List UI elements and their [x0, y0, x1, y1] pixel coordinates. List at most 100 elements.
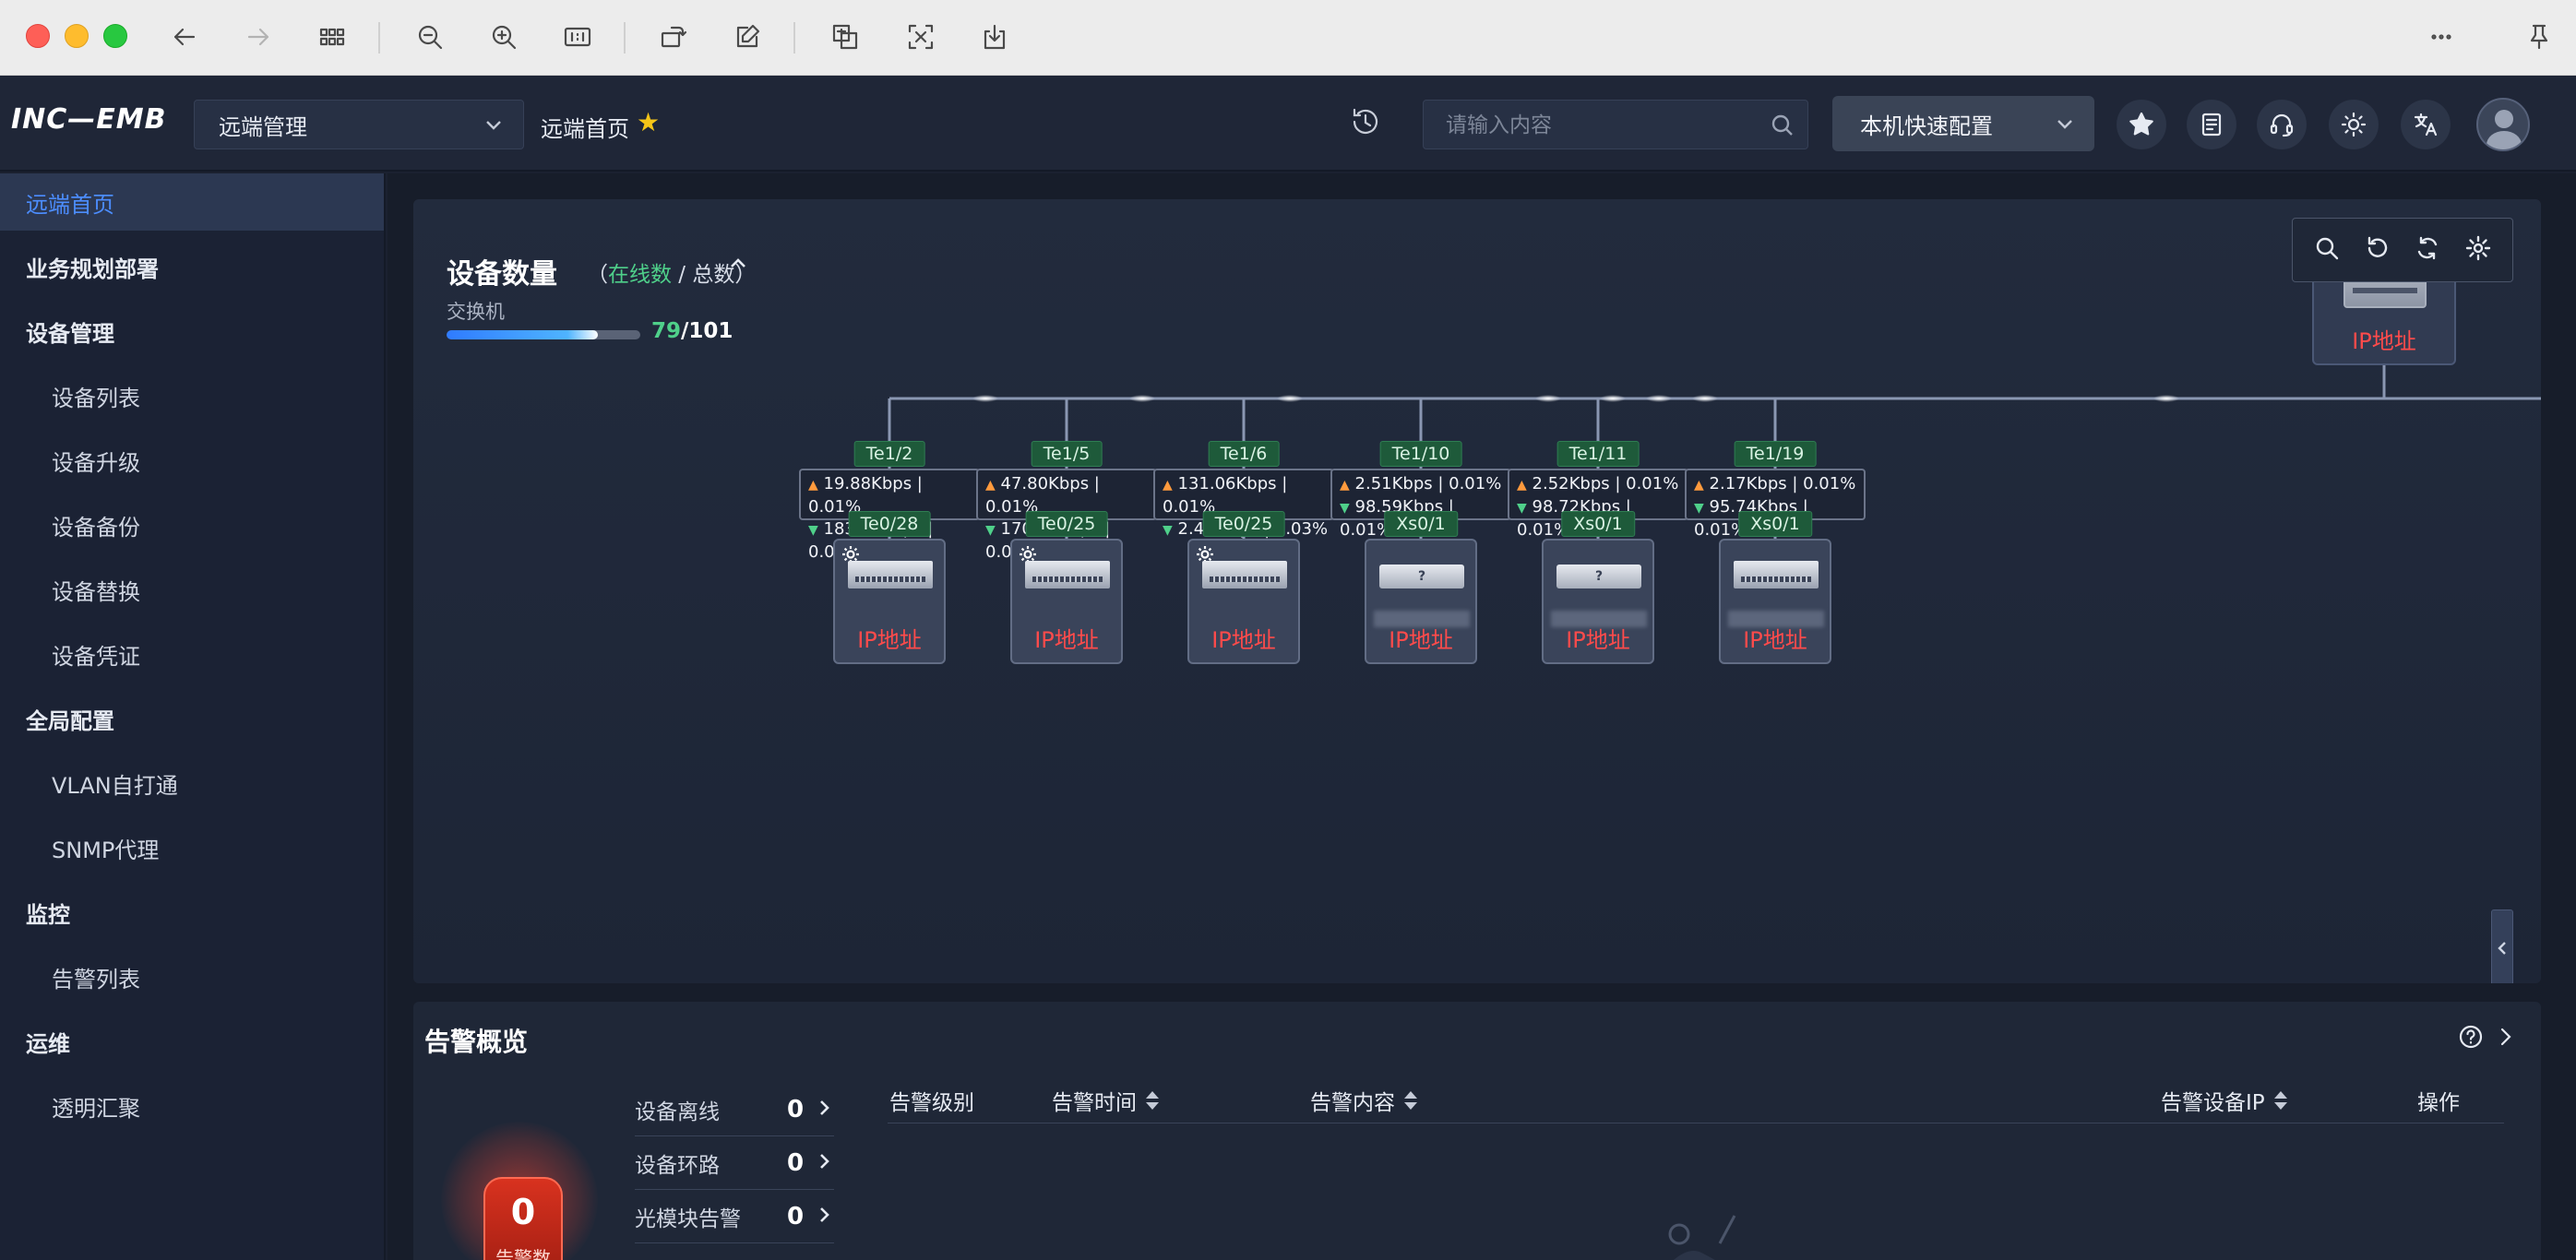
device-node[interactable]: IP地址: [1010, 539, 1123, 664]
sidebar-item-vlan[interactable]: VLAN自打通: [0, 755, 384, 812]
search-box: [1423, 100, 1808, 149]
device-node[interactable]: IP地址: [1187, 539, 1300, 664]
favorites-star-icon[interactable]: [2117, 100, 2166, 149]
column-alarm-time[interactable]: 告警时间: [1052, 1085, 1159, 1116]
upload-arrow-icon: ▲: [985, 478, 996, 493]
help-icon[interactable]: [2458, 1024, 2484, 1050]
main-content: 设备数量 （在线数 / 总数） 交换机 79/101 IP地址 Te1/2 ▲ 1…: [388, 173, 2576, 1260]
upload-rate: 2.52Kbps | 0.01%: [1532, 474, 1679, 493]
device-ip-label: IP地址: [1211, 627, 1276, 653]
search-icon[interactable]: [1771, 113, 1795, 141]
sort-icon: [1404, 1090, 1417, 1111]
column-alarm-level: 告警级别: [889, 1091, 974, 1115]
translate-text-icon[interactable]: [825, 17, 865, 57]
sidebar-item-alarm-list[interactable]: 告警列表: [0, 948, 384, 1005]
download-arrow-icon: ▼: [1694, 501, 1704, 516]
sidebar-item-device-credential[interactable]: 设备凭证: [0, 625, 384, 683]
back-icon[interactable]: [164, 17, 205, 57]
history-icon[interactable]: [1349, 105, 1382, 142]
refresh-icon[interactable]: [2414, 234, 2441, 266]
chevron-right-icon: [814, 1151, 834, 1175]
stat-device-offline[interactable]: 设备离线 0: [635, 1083, 834, 1136]
download-icon[interactable]: [974, 17, 1015, 57]
pin-icon[interactable]: [2519, 17, 2559, 57]
breadcrumb[interactable]: 远端首页: [541, 111, 629, 143]
sidebar-item-device-backup[interactable]: 设备备份: [0, 496, 384, 553]
downlink-port-label: Xs0/1: [1738, 511, 1812, 537]
sidebar-item-device-replace[interactable]: 设备替换: [0, 561, 384, 618]
unknown-device-icon: ?: [1379, 565, 1464, 588]
device-node[interactable]: ? IP地址: [1542, 539, 1654, 664]
uplink-port-label: Te1/19: [1734, 441, 1817, 467]
quick-config-dropdown[interactable]: 本机快速配置: [1832, 96, 2094, 151]
sidebar-item-service-planning[interactable]: 业务规划部署: [0, 238, 384, 295]
empty-state-illustration: [1668, 1215, 1736, 1260]
sidebar-item-operations[interactable]: 运维: [0, 1013, 384, 1070]
sidebar-item-transparent-aggregation[interactable]: 透明汇聚: [0, 1077, 384, 1135]
site-select[interactable]: 远端管理: [194, 100, 524, 149]
topology-links: [888, 365, 2541, 539]
device-node[interactable]: ? IP地址: [1365, 539, 1477, 664]
chevron-down-icon: [2054, 113, 2076, 140]
column-alarm-device-ip[interactable]: 告警设备IP: [2161, 1085, 2287, 1116]
alarm-total-caption: 告警数: [495, 1247, 551, 1260]
chevron-right-icon[interactable]: [2493, 1024, 2519, 1050]
actual-size-icon[interactable]: [557, 17, 598, 57]
switch-icon: [1025, 561, 1110, 588]
stat-optical-module[interactable]: 光模块告警 0: [635, 1190, 834, 1243]
markup-icon[interactable]: [727, 17, 768, 57]
search-input[interactable]: [1446, 110, 1759, 141]
uplink-port-label: Te1/2: [853, 441, 925, 467]
upload-arrow-icon: ▲: [1340, 478, 1350, 493]
sidebar-item-snmp[interactable]: SNMP代理: [0, 819, 384, 876]
switch-icon: [848, 561, 933, 588]
window-titlebar: [0, 0, 2576, 76]
sidebar-item-monitoring[interactable]: 监控: [0, 884, 384, 941]
quick-config-label: 本机快速配置: [1860, 113, 1993, 139]
download-arrow-icon: ▼: [1163, 523, 1173, 538]
device-node[interactable]: IP地址: [833, 539, 946, 664]
sidebar-item-device-list[interactable]: 设备列表: [0, 367, 384, 424]
column-alarm-content[interactable]: 告警内容: [1310, 1085, 1417, 1116]
more-icon[interactable]: [2421, 17, 2462, 57]
reset-icon[interactable]: [2364, 234, 2391, 266]
document-icon[interactable]: [2187, 100, 2236, 149]
zoom-in-icon[interactable]: [483, 17, 524, 57]
download-arrow-icon: ▼: [1517, 501, 1527, 516]
rotate-icon[interactable]: [653, 17, 694, 57]
alarm-overview-panel: 告警概览 0 告警数 设备离线 0 设备环路 0 光模块告警 0 告警级别 告警时间 …: [413, 1002, 2541, 1260]
favorite-star-icon[interactable]: ★: [637, 107, 660, 137]
user-avatar[interactable]: [2476, 98, 2530, 151]
sidebar-item-device-management[interactable]: 设备管理: [0, 303, 384, 360]
minimize-window-button[interactable]: [65, 24, 89, 48]
device-node[interactable]: IP地址: [1719, 539, 1831, 664]
scan-text-icon[interactable]: [900, 17, 941, 57]
device-ip-label: IP地址: [1389, 627, 1453, 653]
alarm-total-badge[interactable]: 0 告警数: [483, 1177, 563, 1260]
language-translate-icon[interactable]: [2401, 100, 2451, 149]
settings-gear-icon[interactable]: [2464, 234, 2492, 266]
close-window-button[interactable]: [26, 24, 50, 48]
sidebar-item-remote-home[interactable]: 远端首页: [0, 173, 384, 231]
app-logo: INC—EMB: [11, 103, 167, 136]
site-select-value: 远端管理: [219, 113, 307, 140]
headset-support-icon[interactable]: [2257, 100, 2307, 149]
zoom-out-icon[interactable]: [410, 17, 450, 57]
upload-rate: 2.17Kbps | 0.01%: [1709, 474, 1856, 493]
search-icon[interactable]: [2313, 234, 2341, 266]
sidebar-nav: 远端首页 业务规划部署 设备管理 设备列表 设备升级 设备备份 设备替换 设备凭…: [0, 173, 386, 1260]
grid-view-icon[interactable]: [312, 17, 352, 57]
topology-toolbar: [2292, 218, 2513, 282]
side-panel-toggle[interactable]: [2491, 909, 2513, 983]
download-arrow-icon: ▼: [985, 523, 996, 538]
forward-icon[interactable]: [238, 17, 279, 57]
zoom-window-button[interactable]: [103, 24, 127, 48]
sidebar-item-global-config[interactable]: 全局配置: [0, 690, 384, 747]
chevron-right-icon: [814, 1205, 834, 1229]
stat-device-loop[interactable]: 设备环路 0: [635, 1136, 834, 1190]
sidebar-item-device-upgrade[interactable]: 设备升级: [0, 432, 384, 489]
theme-sun-icon[interactable]: [2329, 100, 2379, 149]
topology-panel: 设备数量 （在线数 / 总数） 交换机 79/101 IP地址 Te1/2 ▲ 1…: [413, 199, 2541, 983]
sort-icon: [1146, 1090, 1159, 1111]
download-arrow-icon: ▼: [1340, 501, 1350, 516]
